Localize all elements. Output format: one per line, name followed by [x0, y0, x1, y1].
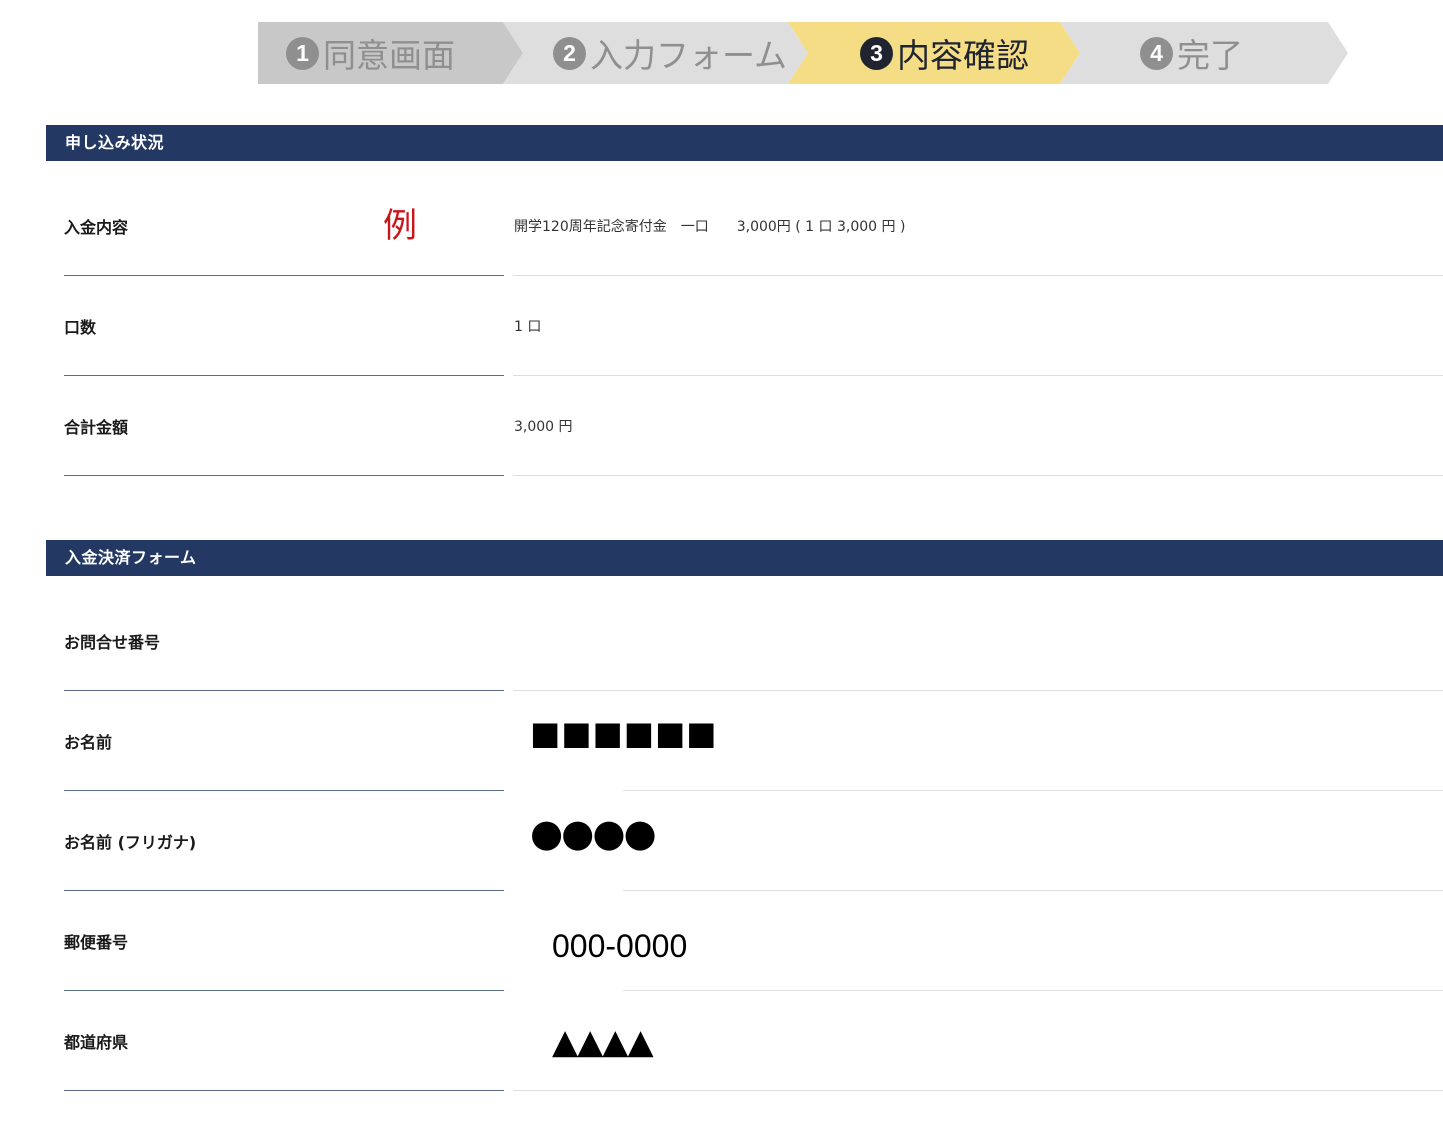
step-complete-label: 4 完了	[1140, 22, 1243, 84]
row-divider-right	[513, 1090, 1443, 1091]
row-value: 3,000 円	[514, 419, 573, 435]
step-input-form-label: 2 入力フォーム	[553, 22, 787, 84]
table-row: 入金内容 開学120周年記念寄付金 一口 3,000円 ( 1 口 3,000 …	[0, 176, 1443, 276]
table-row: お名前 (フリガナ)	[0, 791, 1443, 891]
row-value: 開学120周年記念寄付金 一口 3,000円 ( 1 口 3,000 円 )	[514, 219, 906, 235]
row-divider-left	[64, 475, 504, 476]
step-number-1: 1	[286, 36, 319, 70]
row-label: 合計金額	[64, 418, 129, 437]
postal-code-value: 000-0000	[552, 928, 688, 964]
section-header-payment-form: 入金決済フォーム	[46, 540, 1443, 576]
row-label: 入金内容	[64, 218, 129, 237]
step-confirm-label: 3 内容確認	[860, 22, 1029, 84]
example-mark: 例	[383, 206, 417, 246]
step-number-2: 2	[553, 36, 586, 70]
section-header-application-status: 申し込み状況	[46, 125, 1443, 161]
row-label: 口数	[64, 318, 97, 337]
masked-name-value: ■■■■■■	[530, 714, 718, 752]
step-confirm: 3 内容確認	[788, 22, 1080, 84]
table-row: 合計金額 3,000 円	[0, 376, 1443, 476]
step-confirm-text: 内容確認	[897, 36, 1029, 75]
step-complete-text: 完了	[1177, 36, 1243, 75]
step-consent: 1 同意画面	[258, 22, 523, 84]
row-label: お名前	[64, 733, 113, 752]
table-row: お問合せ番号	[0, 591, 1443, 691]
masked-prefecture-value: ▲▲▲▲	[552, 1022, 654, 1062]
masked-furigana-value: ●●●●	[530, 811, 657, 855]
row-value: 1 口	[514, 319, 542, 335]
table-row: 郵便番号	[0, 891, 1443, 991]
table-row: 都道府県	[0, 991, 1443, 1091]
row-label: 郵便番号	[64, 933, 129, 952]
row-divider-right	[513, 475, 1443, 476]
row-divider-left	[64, 1090, 504, 1091]
row-label: 都道府県	[64, 1033, 129, 1052]
table-row: お名前	[0, 691, 1443, 791]
step-input-form-text: 入力フォーム	[590, 36, 788, 75]
row-label: お名前 (フリガナ)	[64, 833, 197, 852]
table-row: 口数 1 口	[0, 276, 1443, 376]
row-label: お問合せ番号	[64, 633, 161, 652]
step-consent-label: 1 同意画面	[286, 22, 455, 84]
progress-steps: 1 同意画面 2 入力フォーム 3 内容確認 4 完了	[258, 22, 1348, 84]
step-number-4: 4	[1140, 36, 1173, 70]
step-complete: 4 完了	[1060, 22, 1348, 84]
step-number-3: 3	[860, 36, 893, 70]
step-consent-text: 同意画面	[323, 36, 455, 75]
step-input-form: 2 入力フォーム	[503, 22, 808, 84]
